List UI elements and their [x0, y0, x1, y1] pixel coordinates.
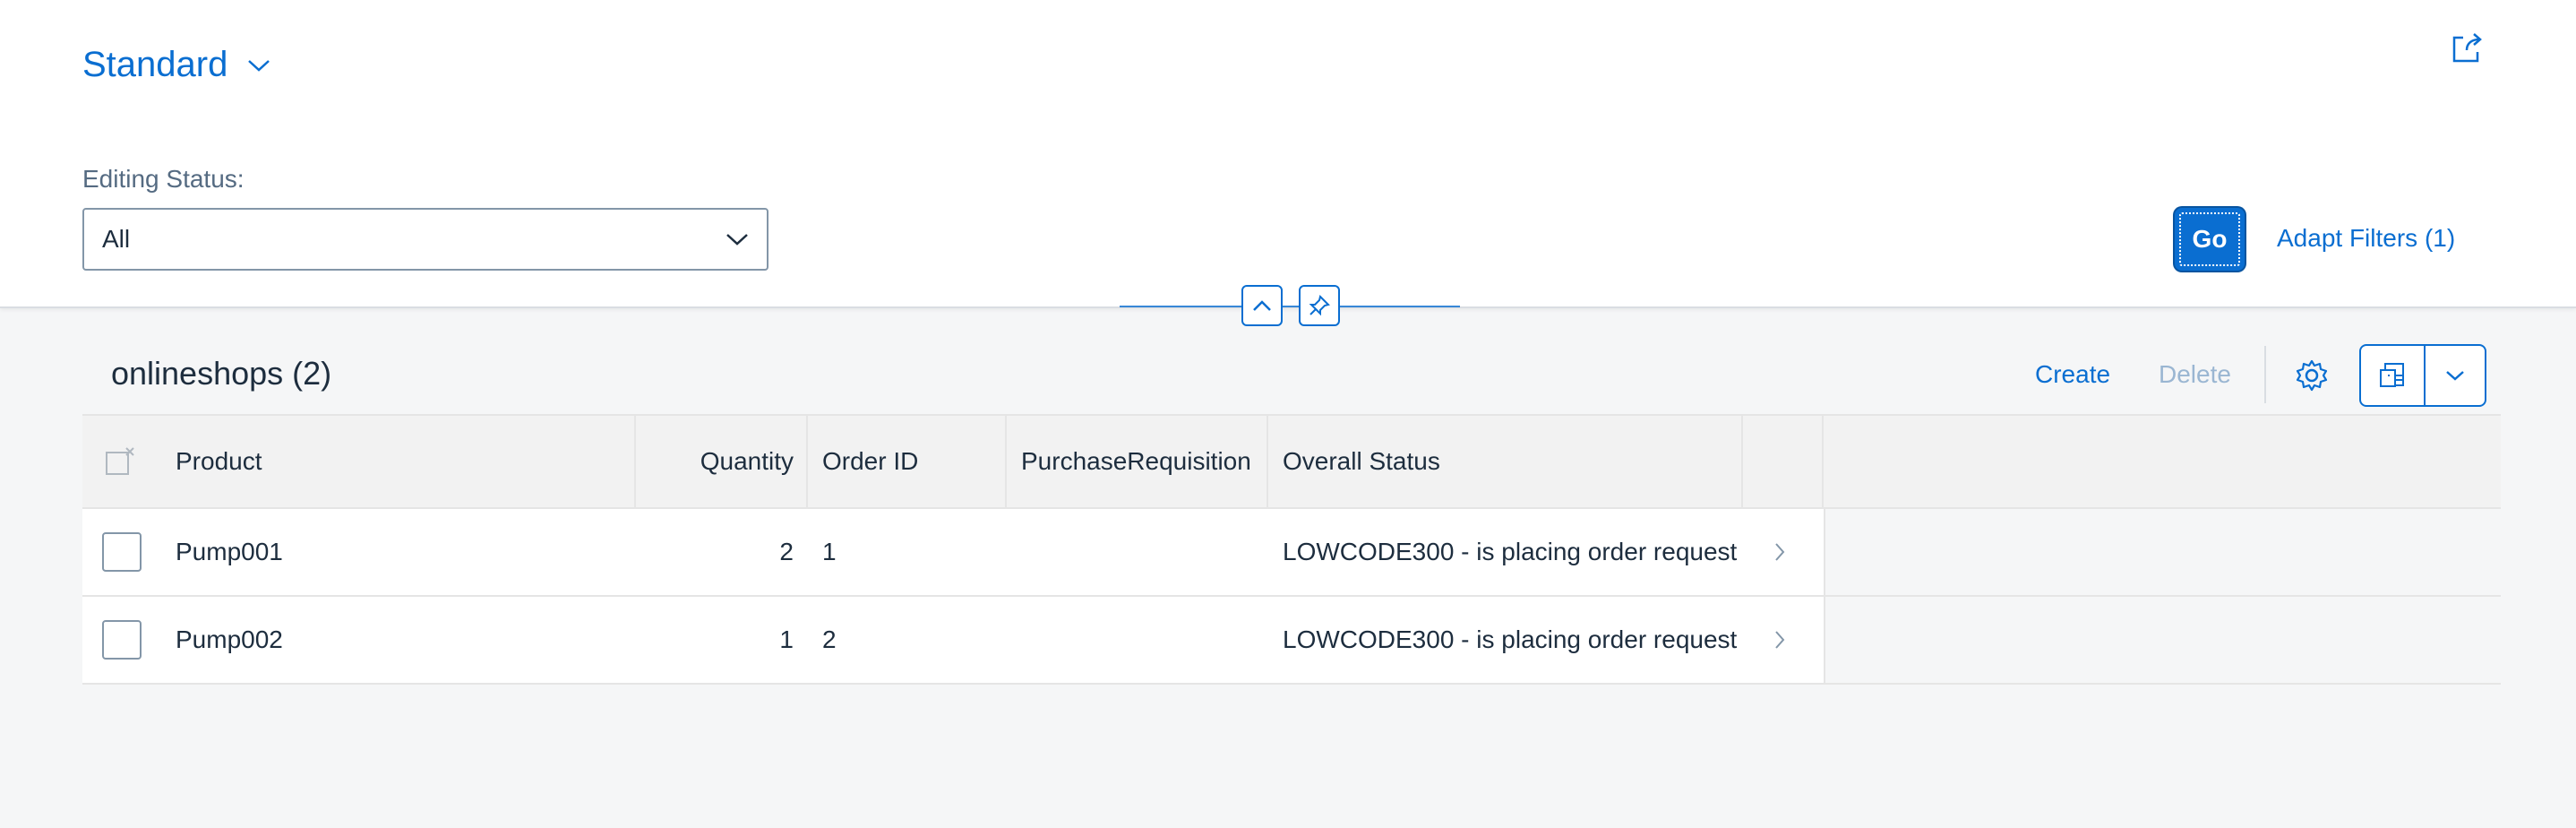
toolbar-separator [2264, 346, 2266, 403]
chevron-down-icon [248, 59, 270, 72]
column-separator [1005, 416, 1007, 507]
variant-selector[interactable]: Standard [82, 45, 270, 85]
column-separator [1267, 416, 1268, 507]
cell-quantity: 1 [779, 625, 794, 653]
cell-order-id: 2 [822, 625, 837, 653]
export-button[interactable] [2361, 346, 2426, 405]
adapt-filters-button[interactable]: Adapt Filters (1) [2277, 224, 2455, 253]
filter-bar: Standard Editing Status: All Go Adapt Fi… [0, 0, 2576, 308]
delete-button[interactable]: Delete [2159, 360, 2231, 389]
table-row[interactable]: Pump001 2 1 LOWCODE300 - is placing orde… [82, 509, 2503, 597]
table-filler [1824, 597, 2503, 683]
collapse-icon [1253, 300, 1271, 311]
share-icon[interactable] [2449, 30, 2485, 66]
row-navigation[interactable] [1773, 509, 1786, 595]
cell-overall-status: LOWCODE300 - is placing order request [1283, 625, 1738, 653]
cell-quantity: 2 [779, 538, 794, 565]
chevron-right-icon [1775, 543, 1785, 561]
create-button[interactable]: Create [2035, 360, 2110, 389]
export-icon [2380, 363, 2404, 387]
pin-header-button[interactable] [1299, 285, 1340, 326]
row-checkbox-cell [102, 597, 142, 683]
cell-product: Pump002 [176, 625, 283, 653]
column-header-quantity[interactable]: Quantity [636, 416, 794, 507]
go-button[interactable]: Go [2175, 208, 2245, 271]
column-separator [1741, 416, 1743, 507]
editing-status-label: Editing Status: [82, 165, 245, 193]
select-all-checkbox[interactable] [104, 416, 140, 507]
export-button-group [2359, 344, 2486, 407]
export-menu-button[interactable] [2426, 346, 2485, 405]
header-divider [1120, 306, 1460, 307]
column-header-product[interactable]: Product [176, 416, 262, 507]
table-row[interactable]: Pump002 1 2 LOWCODE300 - is placing orde… [82, 597, 2503, 685]
editing-status-value: All [102, 225, 131, 253]
table-filler [1824, 509, 2503, 595]
editing-status-select[interactable]: All [82, 208, 769, 271]
column-header-order-id[interactable]: Order ID [822, 416, 918, 507]
row-checkbox[interactable] [102, 532, 142, 572]
row-checkbox[interactable] [102, 620, 142, 660]
chevron-right-icon [1775, 631, 1785, 649]
pin-icon [1309, 295, 1330, 316]
table-title: onlineshops (2) [111, 355, 332, 392]
chevron-down-icon [2446, 371, 2464, 381]
onlineshops-table: Product Quantity Order ID PurchaseRequis… [82, 414, 2503, 685]
variant-label: Standard [82, 45, 228, 84]
column-separator [1822, 416, 1824, 507]
cell-product: Pump001 [176, 538, 283, 565]
chevron-down-icon [726, 234, 748, 246]
row-navigation[interactable] [1773, 597, 1786, 683]
settings-icon[interactable] [2295, 358, 2329, 392]
row-checkbox-cell [102, 509, 142, 595]
collapse-header-button[interactable] [1241, 285, 1283, 326]
column-header-overall-status[interactable]: Overall Status [1283, 416, 1440, 507]
table-header-row: Product Quantity Order ID PurchaseRequis… [82, 414, 2501, 509]
select-all-icon [106, 447, 134, 475]
column-header-purchase-requisition[interactable]: PurchaseRequisition [1021, 416, 1251, 507]
cell-overall-status: LOWCODE300 - is placing order request [1283, 538, 1738, 565]
cell-order-id: 1 [822, 538, 837, 565]
column-separator [806, 416, 808, 507]
